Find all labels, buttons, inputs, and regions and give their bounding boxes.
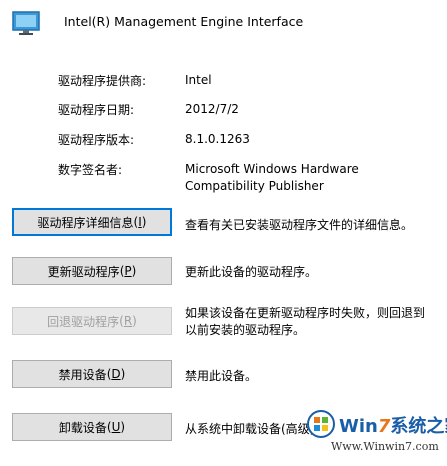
date-value: 2012/7/2 — [185, 102, 239, 116]
signer-value: Microsoft Windows Hardware Compatibility… — [185, 162, 359, 193]
signer-label: 数字签名者: — [58, 163, 123, 177]
driver-details-description: 查看有关已安装驱动程序文件的详细信息。 — [185, 218, 414, 232]
uninstall-device-accel: U — [111, 420, 121, 434]
computer-monitor-icon — [12, 11, 40, 35]
uninstall-device-label: 卸载设备 — [58, 420, 107, 435]
version-label: 驱动程序版本: — [58, 133, 135, 147]
rollback-driver-accel: R — [123, 314, 133, 328]
version-value: 8.1.0.1263 — [185, 132, 250, 146]
windows-logo-icon — [307, 410, 335, 438]
rollback-driver-description: 如果该设备在更新驱动程序时失败，则回退到以前安装的驱动程序。 — [185, 306, 426, 337]
date-label: 驱动程序日期: — [58, 103, 135, 117]
disable-device-description: 禁用此设备。 — [185, 369, 258, 383]
watermark-brand: Win7系统之家 — [339, 416, 447, 437]
update-driver-accel: P — [124, 264, 132, 278]
rollback-driver-button[interactable]: 回退驱动程序(R) — [12, 307, 172, 335]
rollback-driver-label: 回退驱动程序 — [47, 314, 120, 329]
update-driver-description: 更新此设备的驱动程序。 — [185, 265, 318, 279]
provider-value: Intel — [185, 73, 212, 87]
site-watermark: Win7系统之家 Www.Winwin7.com — [291, 410, 447, 462]
update-driver-button[interactable]: 更新驱动程序(P) — [12, 257, 172, 285]
driver-details-label: 驱动程序详细信息 — [37, 215, 134, 230]
disable-device-label: 禁用设备 — [58, 367, 107, 382]
provider-label: 驱动程序提供商: — [58, 74, 147, 88]
watermark-url: Www.Winwin7.com — [331, 440, 439, 453]
disable-device-accel: D — [111, 367, 121, 381]
disable-device-button[interactable]: 禁用设备(D) — [12, 360, 172, 388]
uninstall-device-button[interactable]: 卸载设备(U) — [12, 413, 172, 441]
driver-details-accel: I — [138, 215, 142, 229]
driver-details-button[interactable]: 驱动程序详细信息(I) — [12, 208, 172, 236]
update-driver-label: 更新驱动程序 — [47, 264, 120, 279]
device-name: Intel(R) Management Engine Interface — [64, 14, 304, 29]
